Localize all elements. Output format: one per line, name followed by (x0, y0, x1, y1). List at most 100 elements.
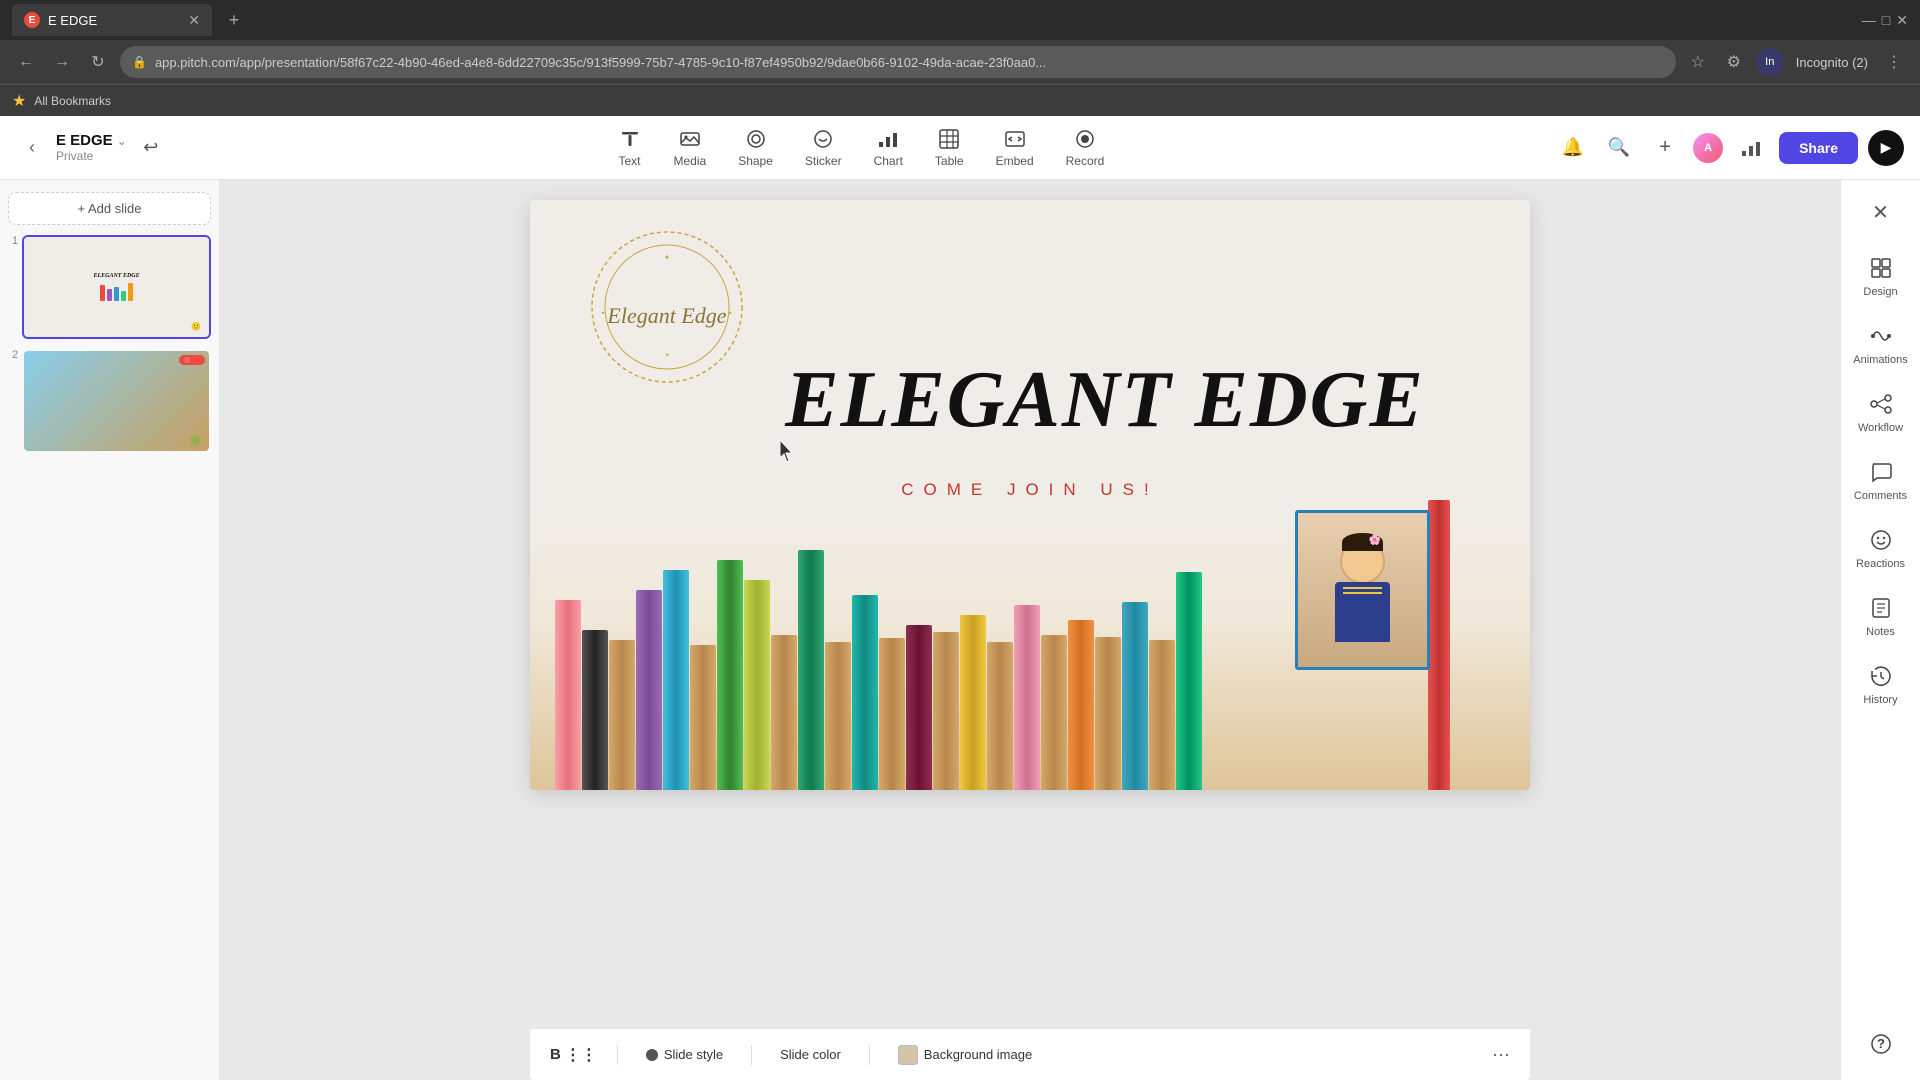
reactions-label: Reactions (1856, 558, 1905, 570)
play-presentation-btn[interactable]: ▶ (1868, 130, 1904, 166)
sidebar-item-workflow[interactable]: Workflow (1846, 380, 1916, 444)
menu-btn[interactable]: ⋮ (1880, 48, 1908, 76)
embed-icon (1003, 127, 1027, 151)
minimize-btn[interactable]: — (1862, 12, 1876, 29)
header-right: 🔔 🔍 + A Share ▶ (1555, 130, 1904, 166)
share-button[interactable]: Share (1779, 132, 1858, 164)
search-btn[interactable]: 🔍 (1601, 130, 1637, 166)
add-slide-btn[interactable]: + Add slide (8, 192, 211, 225)
animations-icon (1867, 322, 1895, 350)
nav-back-btn[interactable]: ‹ (16, 132, 48, 164)
svg-text:✦: ✦ (664, 253, 671, 262)
toolbar: Text Media Shape (183, 121, 1539, 174)
help-btn-container: ? (1846, 1020, 1916, 1068)
sidebar-item-history[interactable]: History (1846, 652, 1916, 716)
sidebar-item-design[interactable]: Design (1846, 244, 1916, 308)
tool-embed-label: Embed (996, 154, 1034, 168)
close-btn[interactable]: ✕ (1896, 12, 1908, 29)
bookmarks-label[interactable]: All Bookmarks (26, 94, 119, 108)
sidebar-item-help[interactable]: ? (1846, 1020, 1916, 1068)
background-image-btn[interactable]: Background image (890, 1041, 1040, 1069)
slide-style-label: Slide style (664, 1047, 723, 1062)
bookmarks-bar: ★ All Bookmarks (0, 84, 1920, 116)
project-info: E EDGE ⌄ Private (56, 132, 127, 163)
bold-indicator: B ⋮⋮ (550, 1045, 597, 1065)
tool-chart[interactable]: Chart (860, 121, 917, 174)
browser-tab[interactable]: E E EDGE ✕ (12, 4, 212, 36)
slide-thumb-2[interactable]: ✳️ (22, 349, 211, 453)
slide-number-1: 1 (12, 235, 18, 247)
new-tab-btn[interactable]: + (220, 6, 248, 34)
project-visibility: Private (56, 149, 127, 163)
chart-icon (876, 127, 900, 151)
tab-title: E EDGE (48, 13, 180, 28)
sticker-icon (811, 127, 835, 151)
forward-btn[interactable]: → (48, 48, 76, 76)
lock-icon: 🔒 (132, 55, 147, 69)
sidebar-item-animations[interactable]: Animations (1846, 312, 1916, 376)
tab-favicon: E (24, 12, 40, 28)
history-icon (1867, 662, 1895, 690)
tool-media-label: Media (674, 154, 707, 168)
tool-shape[interactable]: Shape (724, 121, 787, 174)
slide-panel: + Add slide 1 ELEGANT EDGE (0, 180, 220, 1080)
url-text: app.pitch.com/app/presentation/58f67c22-… (155, 55, 1664, 70)
sticker-figure[interactable]: 🌸 (1295, 510, 1430, 670)
slide-item-2[interactable]: 2 ✳️ (8, 349, 211, 453)
tool-media[interactable]: Media (660, 121, 721, 174)
red-pencil-decoration (1428, 500, 1450, 790)
slide-canvas[interactable]: ✦ ✦ ✦ ✦ Elegant Edge ELEGANT EDGE COME (530, 200, 1530, 790)
notification-btn[interactable]: 🔔 (1555, 130, 1591, 166)
logo-decoration: ✦ ✦ ✦ ✦ Elegant Edge (585, 225, 750, 390)
user-avatar: A (1693, 133, 1723, 163)
notes-label: Notes (1866, 626, 1895, 638)
svg-text:Elegant Edge: Elegant Edge (606, 303, 726, 328)
svg-text:✦: ✦ (727, 310, 732, 317)
bg-image-swatch (898, 1045, 918, 1065)
maximize-btn[interactable]: □ (1882, 12, 1890, 29)
reload-btn[interactable]: ↻ (84, 48, 112, 76)
divider-2 (751, 1045, 752, 1065)
shape-icon (744, 127, 768, 151)
slide-number-2: 2 (12, 349, 18, 361)
divider-3 (869, 1045, 870, 1065)
extensions-btn[interactable]: ⚙ (1720, 48, 1748, 76)
slide-color-btn[interactable]: Slide color (772, 1043, 849, 1066)
divider-1 (617, 1045, 618, 1065)
sidebar-item-comments[interactable]: Comments (1846, 448, 1916, 512)
tool-text[interactable]: Text (604, 121, 656, 174)
text-icon (618, 127, 642, 151)
sidebar-close-btn[interactable]: ✕ (1861, 192, 1901, 232)
record-icon (1073, 127, 1097, 151)
tool-text-label: Text (618, 154, 640, 168)
tool-embed[interactable]: Embed (982, 121, 1048, 174)
slide-thumb-1[interactable]: ELEGANT EDGE 🙂 (22, 235, 211, 339)
media-icon (678, 127, 702, 151)
tool-sticker[interactable]: Sticker (791, 121, 856, 174)
tool-record[interactable]: Record (1052, 121, 1119, 174)
sidebar-item-notes[interactable]: Notes (1846, 584, 1916, 648)
back-btn[interactable]: ← (12, 48, 40, 76)
add-btn[interactable]: + (1647, 130, 1683, 166)
browser-controls: ← → ↻ 🔒 app.pitch.com/app/presentation/5… (0, 40, 1920, 84)
table-icon (937, 127, 961, 151)
project-chevron-icon[interactable]: ⌄ (117, 134, 127, 148)
tab-close-btn[interactable]: ✕ (188, 12, 200, 29)
bookmark-star-btn[interactable]: ☆ (1684, 48, 1712, 76)
tool-table-label: Table (935, 154, 964, 168)
notes-icon (1867, 594, 1895, 622)
sidebar-item-reactions[interactable]: Reactions (1846, 516, 1916, 580)
analytics-btn[interactable] (1733, 130, 1769, 166)
bookmarks-star-icon: ★ (12, 91, 26, 111)
more-options-btn[interactable]: ··· (1492, 1044, 1510, 1065)
tool-table[interactable]: Table (921, 121, 978, 174)
address-bar[interactable]: 🔒 app.pitch.com/app/presentation/58f67c2… (120, 46, 1676, 78)
header-left: ‹ E EDGE ⌄ Private ↩ (16, 132, 167, 164)
profile-btn[interactable]: In (1756, 48, 1784, 76)
slide-style-icon (646, 1049, 658, 1061)
design-icon (1867, 254, 1895, 282)
undo-btn[interactable]: ↩ (135, 132, 167, 164)
slide-item-1[interactable]: 1 ELEGANT EDGE (8, 235, 211, 339)
slide-style-btn[interactable]: Slide style (638, 1043, 731, 1066)
slide-main-title: ELEGANT EDGE (760, 355, 1450, 446)
